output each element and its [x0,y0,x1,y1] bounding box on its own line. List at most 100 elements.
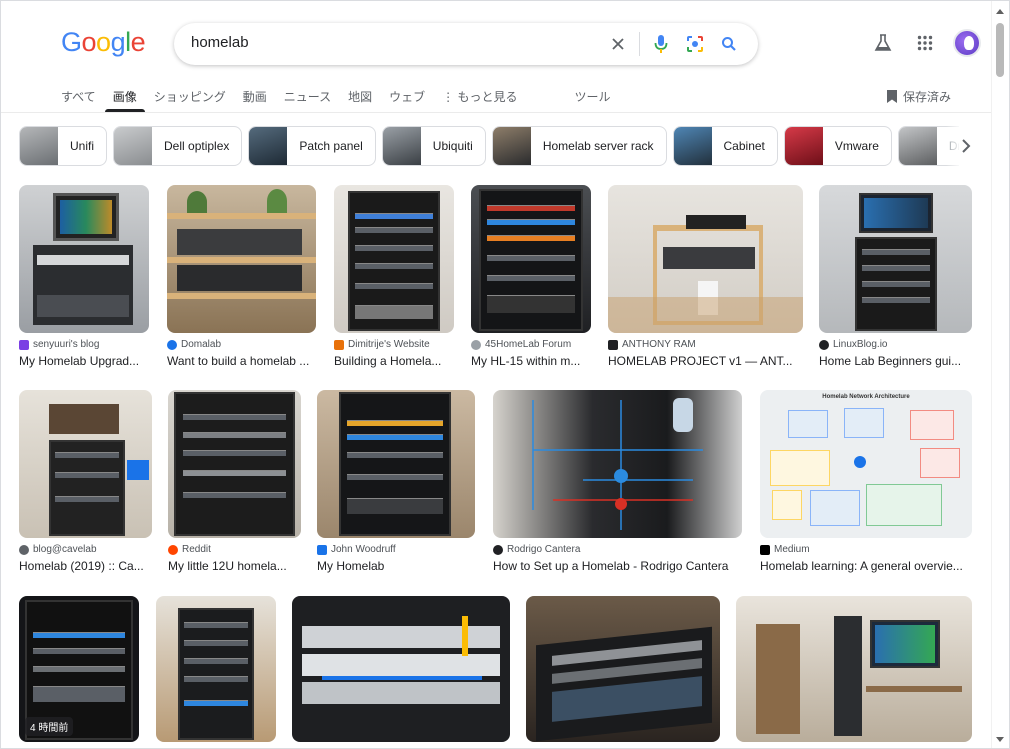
result-thumbnail[interactable] [334,185,454,333]
chip-homelab-server-rack[interactable]: Homelab server rack [491,126,667,166]
saved-label: 保存済み [902,90,951,104]
result-source: LinuxBlog.io [819,339,972,350]
image-result[interactable]: Homelab Network Architecture Medium Home… [760,390,972,573]
tab-web[interactable]: ウェブ [389,88,425,112]
result-thumbnail[interactable]: 4 時間前 [19,596,139,742]
diagram-box [788,410,828,438]
diagram-box [772,490,802,520]
result-thumbnail[interactable] [819,185,972,333]
rack-unit [487,235,575,241]
image-result[interactable] [526,596,720,742]
result-thumbnail[interactable] [167,185,316,333]
image-result[interactable]: Dimitrije's Website Building a Homela... [334,185,454,368]
chip-thumbnail [492,127,531,165]
rack-unit [183,432,286,438]
result-source: Dimitrije's Website [334,339,454,350]
labs-flask-icon[interactable] [869,29,897,57]
image-result[interactable]: 4 時間前 [19,596,139,742]
chip-unifi[interactable]: Unifi [19,126,108,166]
image-result[interactable] [156,596,276,742]
server-unit [37,295,129,317]
diagram-box [910,410,954,440]
saved-button[interactable]: 保存済み [886,88,951,105]
source-name: 45HomeLab Forum [485,339,572,350]
result-title[interactable]: My little 12U homela... [168,559,301,573]
chip-cabinet[interactable]: Cabinet [672,126,778,166]
chip-label: Dell optiplex [164,139,230,153]
result-thumbnail[interactable] [736,596,972,742]
tab-all[interactable]: すべて [61,88,96,112]
chips-next-button[interactable] [946,126,986,166]
image-result[interactable]: senyuuri's blog My Homelab Upgrad... [19,185,149,368]
diagram-box [920,448,960,478]
patch-panel [302,626,500,648]
image-result[interactable]: Domalab Want to build a homelab ... [167,185,316,368]
image-result[interactable] [736,596,972,742]
image-result[interactable]: John Woodruff My Homelab [317,390,475,573]
tab-shopping[interactable]: ショッピング [154,88,226,112]
image-result[interactable]: Reddit My little 12U homela... [168,390,301,573]
desk [866,686,962,692]
result-thumbnail[interactable] [19,185,149,333]
image-result[interactable] [292,596,510,742]
rack-unit [355,245,433,251]
result-thumbnail[interactable] [493,390,742,538]
chip-thumbnail [114,127,153,165]
search-icon[interactable] [712,31,746,57]
chip-label: Ubiquiti [432,139,473,153]
tab-videos[interactable]: 動画 [243,88,267,112]
result-title[interactable]: How to Set up a Homelab - Rodrigo Canter… [493,559,742,573]
rack-frame [855,237,937,331]
image-result[interactable]: blog@cavelab Homelab (2019) :: Ca... [19,390,152,573]
tab-news[interactable]: ニュース [284,88,331,112]
account-avatar[interactable] [953,29,981,57]
chip-dell-optiplex[interactable]: Dell optiplex [113,126,243,166]
image-result[interactable]: LinuxBlog.io Home Lab Beginners gui... [819,185,972,368]
search-box[interactable]: homelab [174,23,758,65]
diagram-box [770,450,830,486]
chip-ubiquiti[interactable]: Ubiquiti [381,126,486,166]
scroll-down-arrow[interactable] [996,737,1004,742]
rack-unit [487,219,575,225]
result-thumbnail[interactable] [168,390,301,538]
result-thumbnail[interactable] [608,185,803,333]
tab-images[interactable]: 画像 [104,88,145,112]
image-result[interactable]: 45HomeLab Forum My HL-15 within m... [471,185,591,368]
result-title[interactable]: Home Lab Beginners gui... [819,354,972,368]
result-title[interactable]: My Homelab Upgrad... [19,354,149,368]
image-result[interactable]: ANTHONY RAM HOMELAB PROJECT v1 — ANT... [608,185,803,368]
apps-grid-icon[interactable] [911,29,939,57]
tools-button[interactable]: ツール [575,88,611,112]
lens-icon[interactable] [678,31,712,57]
result-thumbnail[interactable] [471,185,591,333]
search-input[interactable]: homelab [191,34,249,51]
result-title[interactable]: Want to build a homelab ... [167,354,316,368]
result-title[interactable]: My HL-15 within m... [471,354,591,368]
chip-thumbnail [898,127,937,165]
result-title[interactable]: Building a Homela... [334,354,454,368]
tab-more[interactable]: ⋮ もっと見る [442,88,517,112]
chip-patch-panel[interactable]: Patch panel [248,126,376,166]
result-thumbnail[interactable] [156,596,276,742]
result-title[interactable]: Homelab learning: A general overvie... [760,559,972,573]
wall-clocks [49,404,119,434]
result-title[interactable]: Homelab (2019) :: Ca... [19,559,152,573]
tab-maps[interactable]: 地図 [348,88,372,112]
result-title[interactable]: HOMELAB PROJECT v1 — ANT... [608,354,803,368]
result-thumbnail[interactable] [526,596,720,742]
scroll-up-arrow[interactable] [996,9,1004,14]
chip-vmware[interactable]: Vmware [783,126,892,166]
result-thumbnail[interactable]: Homelab Network Architecture [760,390,972,538]
google-logo[interactable]: Google [61,27,146,58]
page-scrollbar[interactable] [991,1,1009,748]
result-title[interactable]: My Homelab [317,559,475,573]
source-name: senyuuri's blog [33,339,100,350]
image-result[interactable]: Rodrigo Cantera How to Set up a Homelab … [493,390,742,573]
result-thumbnail[interactable] [317,390,475,538]
clear-icon[interactable] [601,31,635,57]
scrollbar-thumb[interactable] [996,23,1004,77]
result-thumbnail[interactable] [19,390,152,538]
monitor [859,193,933,233]
result-thumbnail[interactable] [292,596,510,742]
microphone-icon[interactable] [644,31,678,57]
